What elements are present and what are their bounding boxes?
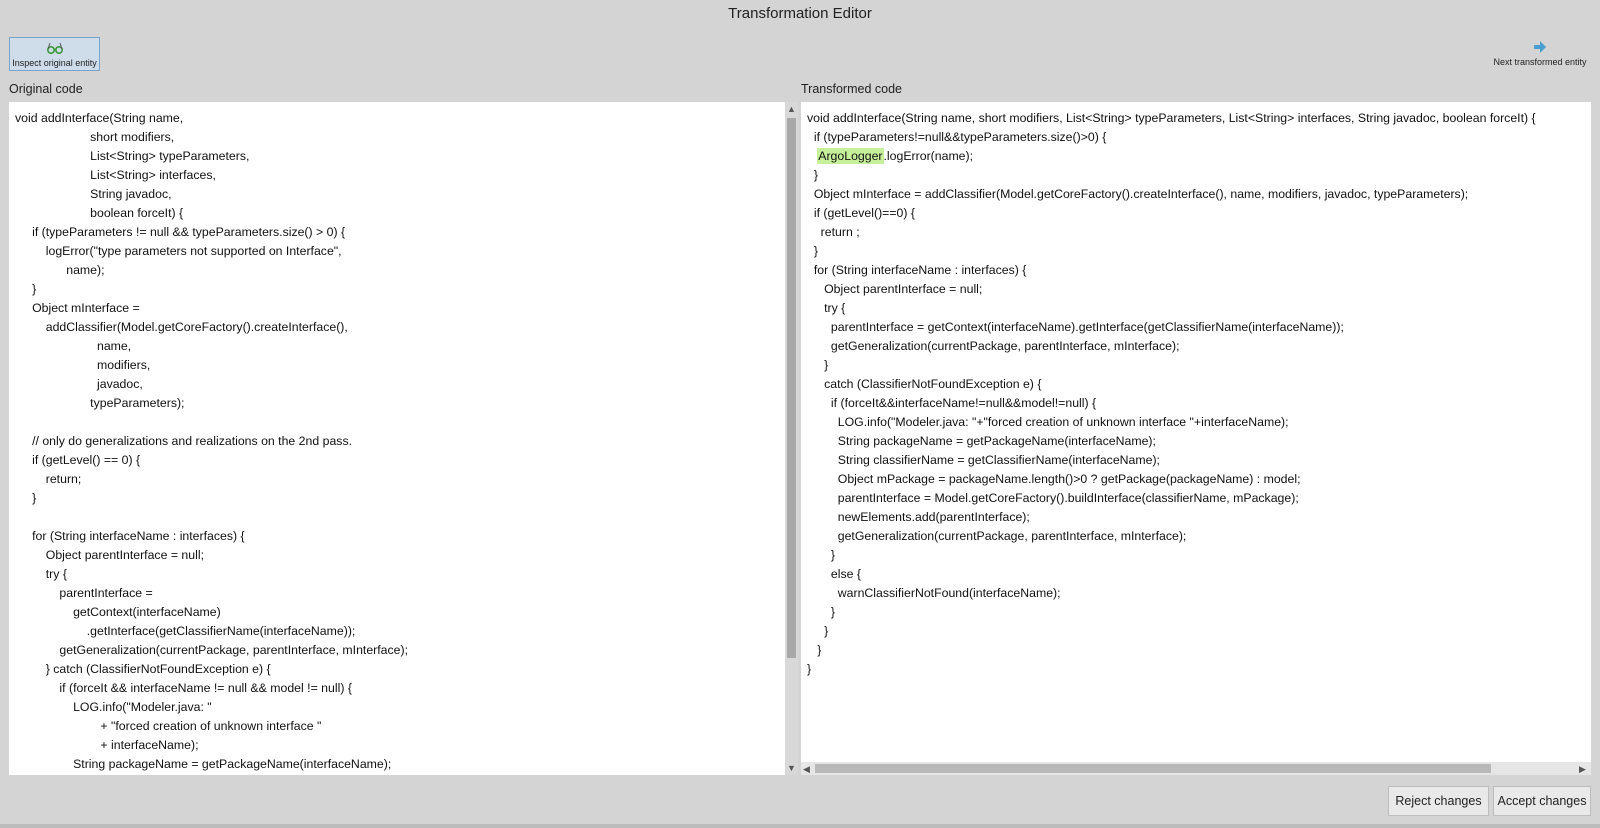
scroll-up-icon[interactable]: ▲ bbox=[787, 104, 796, 114]
original-code-text: void addInterface(String name, short mod… bbox=[15, 111, 409, 771]
next-transformed-entity-button[interactable]: Next transformed entity bbox=[1488, 37, 1592, 71]
window-title: Transformation Editor bbox=[728, 5, 872, 22]
scroll-right-icon[interactable]: ▶ bbox=[1579, 764, 1586, 774]
scroll-down-icon[interactable]: ▼ bbox=[787, 763, 796, 773]
glasses-icon bbox=[10, 40, 99, 58]
transformed-code-text: void addInterface(String name, short mod… bbox=[807, 109, 1591, 679]
transformed-code-editor[interactable]: void addInterface(String name, short mod… bbox=[801, 102, 1591, 775]
next-transformed-entity-label: Next transformed entity bbox=[1493, 57, 1587, 67]
scroll-left-icon[interactable]: ◀ bbox=[803, 764, 810, 774]
original-code-editor[interactable]: void addInterface(String name, short mod… bbox=[9, 102, 785, 775]
original-code-vertical-scrollbar[interactable]: ▲ ▼ bbox=[785, 102, 798, 775]
accept-changes-button[interactable]: Accept changes bbox=[1493, 786, 1591, 816]
bottom-divider bbox=[0, 824, 1600, 828]
transformed-code-label: Transformed code bbox=[801, 82, 902, 96]
original-code-label: Original code bbox=[9, 82, 83, 96]
inspect-original-entity-button[interactable]: Inspect original entity bbox=[9, 37, 100, 71]
horizontal-scroll-thumb[interactable] bbox=[815, 764, 1491, 773]
highlighted-change: ArgoLogger bbox=[817, 148, 884, 164]
vertical-scroll-thumb[interactable] bbox=[787, 118, 796, 658]
arrow-right-icon bbox=[1488, 39, 1592, 57]
transformed-code-after: .logError(name); } Object mInterface = a… bbox=[807, 149, 1469, 676]
transformed-code-horizontal-scrollbar[interactable]: ◀ ▶ bbox=[801, 762, 1591, 775]
reject-changes-button[interactable]: Reject changes bbox=[1388, 786, 1489, 816]
inspect-original-entity-label: Inspect original entity bbox=[12, 58, 97, 68]
